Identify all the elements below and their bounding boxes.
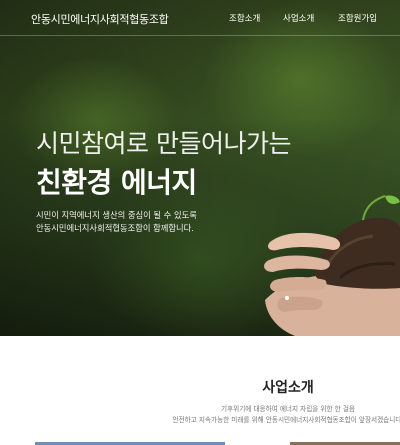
section-subtitle-line: 기후위기에 대응하여 에너지 자립을 위한 한 걸음 [221, 405, 355, 413]
nav-item-about[interactable]: 조합소개 [229, 12, 260, 24]
carousel-indicator-dot[interactable] [285, 296, 289, 300]
nav-item-business[interactable]: 사업소개 [283, 12, 314, 24]
hero-headline-emphasis: 친환경 에너지 [36, 166, 197, 199]
header-divider [0, 35, 400, 36]
hero-description-line: 안동시민에너지사회적협동조합이 함께합니다. [36, 223, 194, 233]
section-subtitle-line: 안전하고 지속가능한 미래를 위해 안동시민에너지사회적협동조합이 앞장서겠습니… [172, 416, 400, 424]
hero-description-line: 시민이 지역에너지 생산의 중심이 될 수 있도록 [36, 210, 197, 220]
site-logo[interactable]: 안동시민에너지사회적협동조합 [31, 11, 169, 27]
nav-item-join[interactable]: 조합원가입 [338, 12, 377, 24]
section-title: 사업소개 [262, 380, 314, 396]
site-header: 안동시민에너지사회적협동조합 조합소개 사업소개 조합원가입 [0, 0, 400, 36]
hands-holding-soil-image [264, 195, 400, 336]
hero-headline-primary: 시민참여로 만들어나가는 [36, 129, 291, 158]
section-subtitle: 기후위기에 대응하여 에너지 자립을 위한 한 걸음 안전하고 지속가능한 미래… [0, 404, 400, 426]
hero-description: 시민이 지역에너지 생산의 중심이 될 수 있도록 안동시민에너지사회적협동조합… [36, 209, 197, 235]
